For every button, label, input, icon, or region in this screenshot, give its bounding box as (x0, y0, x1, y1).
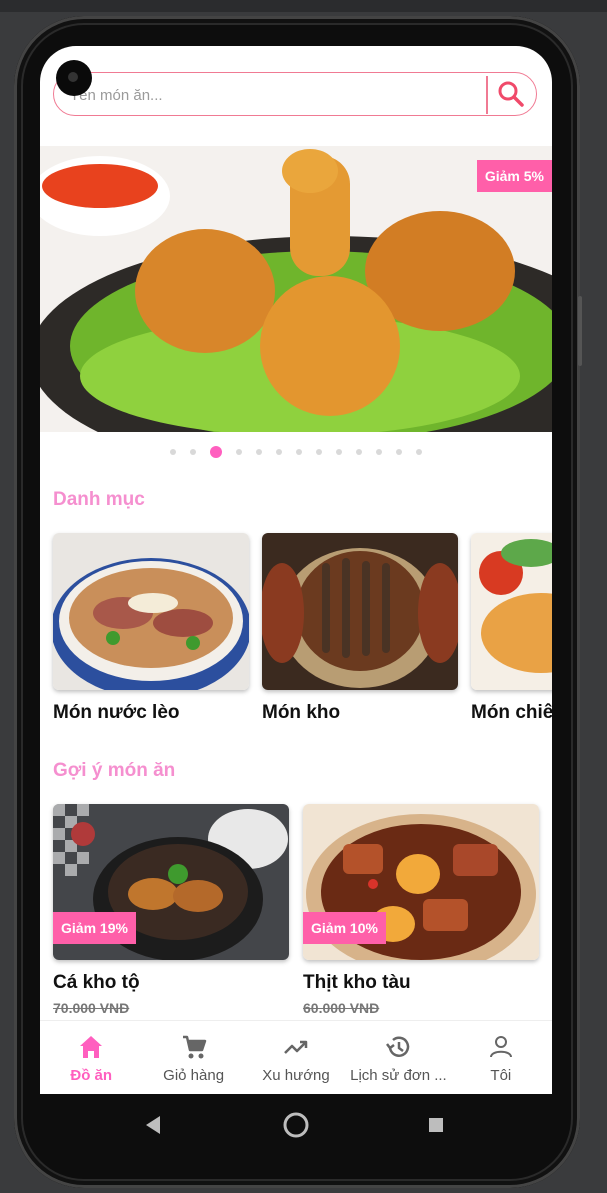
history-icon (386, 1036, 410, 1057)
promo-banner[interactable]: Giảm 5% (40, 146, 552, 432)
food-name: Thịt kho tàu (303, 972, 411, 993)
food-card[interactable]: Giảm 10% Thịt kho tàu 60.000 VNĐ (303, 804, 539, 1016)
carousel-dot[interactable] (170, 449, 176, 455)
carousel-dot[interactable] (276, 449, 282, 455)
emulator-status-strip (0, 0, 607, 12)
bottom-navigation: Đồ ăn Giỏ hàng Xu hướng Lịch sử đơn ... … (40, 1020, 552, 1094)
trending-icon (284, 1040, 308, 1054)
carousel-dot[interactable] (416, 449, 422, 455)
search-bar (53, 72, 537, 116)
recents-icon[interactable] (429, 1118, 443, 1132)
person-icon (489, 1036, 512, 1058)
system-navigation-bar (40, 1094, 552, 1158)
carousel-dot[interactable] (256, 449, 262, 455)
carousel-dot[interactable] (376, 449, 382, 455)
category-card[interactable]: Món kho (262, 533, 458, 724)
carousel-dot[interactable] (356, 449, 362, 455)
search-divider (486, 76, 488, 114)
nav-item-food[interactable]: Đồ ăn (40, 1021, 142, 1094)
carousel-dot[interactable] (296, 449, 302, 455)
nav-item-trending[interactable]: Xu hướng (245, 1021, 347, 1094)
category-card[interactable]: Món chiên (471, 533, 552, 724)
categories-title: Danh mục (53, 489, 145, 510)
cart-icon (182, 1035, 206, 1059)
nav-item-order-history[interactable]: Lịch sử đơn ... (347, 1021, 449, 1094)
category-name: Món nước lèo (53, 702, 180, 723)
discount-badge: Giảm 19% (53, 912, 136, 944)
food-original-price: 60.000 VNĐ (303, 1000, 380, 1016)
carousel-dot[interactable] (190, 449, 196, 455)
nav-label: Lịch sử đơn ... (350, 1067, 447, 1084)
discount-badge: Giảm 5% (476, 160, 552, 192)
food-card[interactable]: Giảm 19% Cá kho tộ 70.000 VNĐ (53, 804, 289, 1016)
nav-label: Đồ ăn (70, 1067, 113, 1084)
carousel-dot[interactable] (336, 449, 342, 455)
nav-label: Xu hướng (262, 1067, 330, 1084)
phone-side-button (578, 296, 582, 366)
carousel-dot[interactable] (236, 449, 242, 455)
back-icon[interactable] (146, 1116, 160, 1134)
discount-badge: Giảm 10% (303, 912, 386, 944)
category-name: Món kho (262, 702, 341, 723)
carousel-dot[interactable] (316, 449, 322, 455)
suggestions-title: Gợi ý món ăn (53, 760, 176, 781)
food-image: Giảm 19% (53, 804, 289, 960)
category-image (262, 533, 458, 690)
nav-label: Tôi (490, 1067, 512, 1084)
nav-label: Giỏ hàng (163, 1067, 225, 1084)
app-screen: Giảm 5% Danh mục Món nước lèo (40, 46, 552, 1094)
food-image: Giảm 10% (303, 804, 539, 960)
carousel-indicator (40, 446, 552, 458)
category-image (53, 533, 249, 690)
fried-chicken-image (40, 146, 552, 432)
home-icon (80, 1036, 103, 1058)
category-image (471, 533, 552, 690)
category-name: Món chiên (471, 702, 552, 723)
nav-item-profile[interactable]: Tôi (450, 1021, 552, 1094)
home-button-icon[interactable] (283, 1112, 309, 1138)
carousel-dot[interactable] (210, 446, 222, 458)
food-name: Cá kho tộ (53, 972, 140, 993)
food-original-price: 70.000 VNĐ (53, 1000, 130, 1016)
carousel-dot[interactable] (396, 449, 402, 455)
search-button[interactable] (494, 79, 528, 109)
search-input[interactable] (68, 81, 472, 109)
search-icon (498, 81, 524, 107)
category-card[interactable]: Món nước lèo (53, 533, 249, 724)
front-camera (56, 60, 92, 96)
nav-item-cart[interactable]: Giỏ hàng (142, 1021, 244, 1094)
